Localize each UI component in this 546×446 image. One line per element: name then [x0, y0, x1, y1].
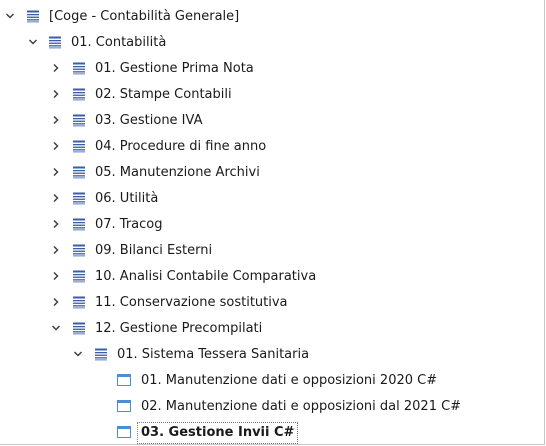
tree-node-manutenzione-archivi[interactable]: 05. Manutenzione Archivi [0, 160, 540, 184]
tree-node-label[interactable]: 10. Analisi Contabile Comparativa [91, 266, 320, 288]
tree-leaf-gestione-invii[interactable]: 03. Gestione Invii C# [0, 420, 540, 444]
window-icon [116, 372, 132, 388]
tree-node-label[interactable]: 01. Contabilità [67, 32, 170, 54]
tree-node-label[interactable]: 11. Conservazione sostitutiva [91, 292, 292, 314]
menu-list-icon [25, 8, 41, 24]
tree-node-label[interactable]: 03. Gestione Invii C# [137, 422, 299, 444]
menu-list-icon [71, 60, 87, 76]
tree-node-label[interactable]: 04. Procedure di fine anno [91, 136, 270, 158]
tree-leaf-manutenzione-2020[interactable]: 01. Manutenzione dati e opposizioni 2020… [0, 368, 540, 392]
tree-node-analisi-contabile[interactable]: 10. Analisi Contabile Comparativa [0, 264, 540, 288]
chevron-right-icon[interactable] [48, 138, 64, 154]
menu-list-icon [71, 268, 87, 284]
tree-leaf-manutenzione-2021[interactable]: 02. Manutenzione dati e opposizioni dal … [0, 394, 540, 418]
tree-node-conservazione-sostitutiva[interactable]: 11. Conservazione sostitutiva [0, 290, 540, 314]
menu-list-icon [71, 216, 87, 232]
menu-list-icon [71, 190, 87, 206]
menu-list-icon [71, 138, 87, 154]
chevron-down-icon[interactable] [2, 8, 18, 24]
menu-list-icon [47, 34, 63, 50]
tree-node-label[interactable]: 03. Gestione IVA [91, 110, 206, 132]
tree-node-label[interactable]: 05. Manutenzione Archivi [91, 162, 264, 184]
tree-node-label[interactable]: 07. Tracog [91, 214, 167, 236]
menu-list-icon [71, 294, 87, 310]
tree-node-label[interactable]: 06. Utilità [91, 188, 162, 210]
tree-node-stampe-contabili[interactable]: 02. Stampe Contabili [0, 82, 540, 106]
chevron-down-icon[interactable] [70, 346, 86, 362]
tree-node-gestione-prima-nota[interactable]: 01. Gestione Prima Nota [0, 56, 540, 80]
chevron-right-icon[interactable] [48, 294, 64, 310]
tree-node-bilanci-esterni[interactable]: 09. Bilanci Esterni [0, 238, 540, 262]
tree-node-tracog[interactable]: 07. Tracog [0, 212, 540, 236]
chevron-right-icon[interactable] [48, 216, 64, 232]
tree-node-label[interactable]: 02. Manutenzione dati e opposizioni dal … [137, 396, 465, 418]
chevron-right-icon[interactable] [48, 190, 64, 206]
navigation-tree-panel: [Coge - Contabilità Generale] 01. Contab… [0, 0, 545, 445]
tree-node-utilita[interactable]: 06. Utilità [0, 186, 540, 210]
tree-node-sistema-tessera-sanitaria[interactable]: 01. Sistema Tessera Sanitaria [0, 342, 540, 366]
tree-node-label[interactable]: [Coge - Contabilità Generale] [45, 6, 243, 28]
menu-list-icon [71, 320, 87, 336]
menu-list-icon [71, 86, 87, 102]
tree-node-label[interactable]: 01. Sistema Tessera Sanitaria [113, 344, 313, 366]
menu-list-icon [71, 242, 87, 258]
tree-node-procedure-fine-anno[interactable]: 04. Procedure di fine anno [0, 134, 540, 158]
tree-node-label[interactable]: 12. Gestione Precompilati [91, 318, 266, 340]
tree-node-gestione-precompilati[interactable]: 12. Gestione Precompilati [0, 316, 540, 340]
chevron-right-icon[interactable] [48, 86, 64, 102]
tree-node-label[interactable]: 01. Manutenzione dati e opposizioni 2020… [137, 370, 441, 392]
tree-node-root[interactable]: [Coge - Contabilità Generale] [0, 4, 540, 28]
chevron-right-icon[interactable] [48, 242, 64, 258]
tree-node-gestione-iva[interactable]: 03. Gestione IVA [0, 108, 540, 132]
window-icon [116, 424, 132, 440]
menu-list-icon [71, 164, 87, 180]
chevron-down-icon[interactable] [48, 320, 64, 336]
tree-node-label[interactable]: 02. Stampe Contabili [91, 84, 236, 106]
window-icon [116, 398, 132, 414]
chevron-down-icon[interactable] [25, 34, 41, 50]
menu-list-icon [71, 112, 87, 128]
chevron-right-icon[interactable] [48, 268, 64, 284]
chevron-right-icon[interactable] [48, 164, 64, 180]
menu-list-icon [93, 346, 109, 362]
tree-node-label[interactable]: 01. Gestione Prima Nota [91, 58, 258, 80]
tree-node-contabilita[interactable]: 01. Contabilità [0, 30, 540, 54]
tree-node-label[interactable]: 09. Bilanci Esterni [91, 240, 216, 262]
chevron-right-icon[interactable] [48, 60, 64, 76]
chevron-right-icon[interactable] [48, 112, 64, 128]
